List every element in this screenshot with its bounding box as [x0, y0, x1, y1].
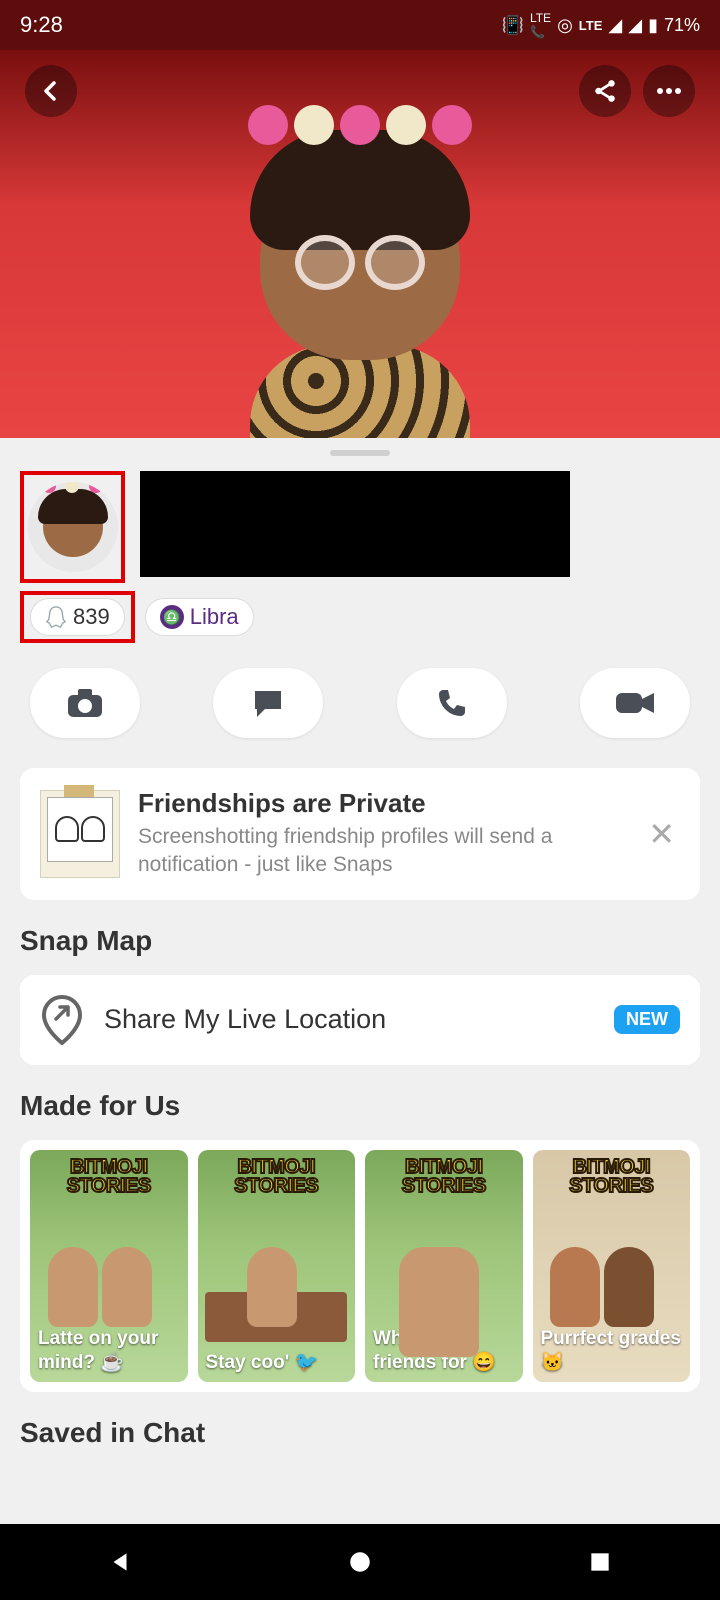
bitmoji-avatar-large[interactable]	[220, 110, 500, 438]
volte-icon: LTE📞	[530, 11, 551, 39]
nav-back-icon[interactable]	[107, 1549, 133, 1575]
lte-icon: LTE	[579, 18, 603, 33]
snapscore-value: 839	[73, 604, 110, 630]
camera-button[interactable]	[30, 668, 140, 738]
video-button[interactable]	[580, 668, 690, 738]
android-nav-bar	[0, 1524, 720, 1600]
story-item-1[interactable]: BITMOJI STORIES Latte on your mind? ☕	[30, 1150, 188, 1382]
vibrate-icon: 📳	[502, 15, 524, 36]
share-button[interactable]	[579, 65, 631, 117]
battery-icon: ▮	[648, 15, 658, 36]
sheet-drag-handle[interactable]	[330, 450, 390, 456]
hotspot-icon: ◎	[557, 15, 573, 36]
new-badge: NEW	[614, 1005, 680, 1034]
story-caption: Stay coo' 🐦	[206, 1350, 348, 1374]
bitmoji-stories-row: BITMOJI STORIES Latte on your mind? ☕ BI…	[20, 1140, 700, 1392]
status-time: 9:28	[20, 12, 63, 38]
share-location-card[interactable]: Share My Live Location NEW	[20, 975, 700, 1065]
story-item-4[interactable]: BITMOJI STORIES Purrfect grades 🐱	[533, 1150, 691, 1382]
signal-icon-2: ◢	[628, 15, 642, 36]
chat-button[interactable]	[213, 668, 323, 738]
nav-recent-icon[interactable]	[587, 1549, 613, 1575]
bitmoji-stories-logo: BITMOJI STORIES	[206, 1158, 348, 1196]
ghost-icon	[45, 605, 67, 629]
story-item-3[interactable]: BITMOJI STORIES What are friends for 😄	[365, 1150, 523, 1382]
more-button[interactable]	[643, 65, 695, 117]
libra-icon: ♎	[160, 605, 184, 629]
profile-sheet: 839 ♎ Libra Friendships are Private Scre…	[0, 438, 720, 1524]
signal-icon: ◢	[608, 15, 622, 36]
polaroid-icon	[40, 790, 120, 878]
made-for-us-title: Made for Us	[20, 1090, 700, 1122]
username-redacted	[140, 471, 570, 577]
status-bar: 9:28 📳 LTE📞 ◎ LTE ◢ ◢ ▮ 71%	[0, 0, 720, 50]
status-icons: 📳 LTE📞 ◎ LTE ◢ ◢ ▮ 71%	[502, 11, 700, 39]
bitmoji-stories-logo: BITMOJI STORIES	[38, 1158, 180, 1196]
nav-home-icon[interactable]	[347, 1549, 373, 1575]
avatar-thumbnail-highlighted[interactable]	[20, 471, 125, 583]
location-pin-icon	[40, 995, 84, 1045]
zodiac-label: Libra	[190, 604, 239, 630]
battery-percent: 71%	[664, 15, 700, 36]
saved-in-chat-title: Saved in Chat	[20, 1417, 700, 1449]
call-button[interactable]	[397, 668, 507, 738]
zodiac-badge[interactable]: ♎ Libra	[145, 598, 254, 636]
profile-header	[0, 50, 720, 438]
share-location-label: Share My Live Location	[104, 1004, 594, 1035]
snapmap-section-title: Snap Map	[20, 925, 700, 957]
back-button[interactable]	[25, 65, 77, 117]
privacy-notice-card: Friendships are Private Screenshotting f…	[20, 768, 700, 900]
bitmoji-stories-logo: BITMOJI STORIES	[373, 1158, 515, 1196]
privacy-subtitle: Screenshotting friendship profiles will …	[138, 823, 625, 880]
privacy-title: Friendships are Private	[138, 788, 625, 819]
close-icon[interactable]: ✕	[643, 815, 680, 853]
story-item-2[interactable]: BITMOJI STORIES Stay coo' 🐦	[198, 1150, 356, 1382]
snapscore-highlighted[interactable]: 839	[20, 591, 135, 643]
bitmoji-stories-logo: BITMOJI STORIES	[541, 1158, 683, 1196]
